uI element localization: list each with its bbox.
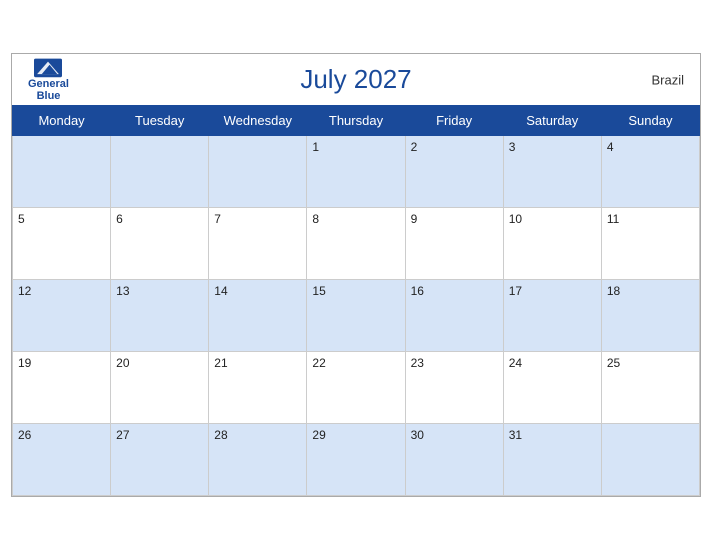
calendar-week-row: 26 27 28 29 30 31 [13, 424, 700, 496]
calendar-week-row: 12 13 14 15 16 17 18 [13, 280, 700, 352]
table-row: 21 [209, 352, 307, 424]
brand-name-line1: General [28, 77, 69, 89]
table-row: 15 [307, 280, 405, 352]
table-row: 5 [13, 208, 111, 280]
table-row: 14 [209, 280, 307, 352]
day-number: 10 [509, 212, 522, 226]
day-number: 29 [312, 428, 325, 442]
day-number: 31 [509, 428, 522, 442]
day-number: 12 [18, 284, 31, 298]
day-number: 17 [509, 284, 522, 298]
calendar-week-row: 5 6 7 8 9 10 11 [13, 208, 700, 280]
day-number: 21 [214, 356, 227, 370]
weekday-wednesday: Wednesday [209, 106, 307, 136]
day-number: 5 [18, 212, 25, 226]
table-row: 11 [601, 208, 699, 280]
weekday-tuesday: Tuesday [111, 106, 209, 136]
day-number: 23 [411, 356, 424, 370]
table-row: 1 [307, 136, 405, 208]
weekday-sunday: Sunday [601, 106, 699, 136]
table-row: 19 [13, 352, 111, 424]
table-row: 26 [13, 424, 111, 496]
day-number: 4 [607, 140, 614, 154]
country-label: Brazil [651, 72, 684, 87]
table-row: 12 [13, 280, 111, 352]
day-number: 22 [312, 356, 325, 370]
day-number: 6 [116, 212, 123, 226]
day-number: 7 [214, 212, 221, 226]
table-row: 24 [503, 352, 601, 424]
day-number: 15 [312, 284, 325, 298]
brand-name-line2: Blue [37, 90, 61, 102]
day-number: 1 [312, 140, 319, 154]
table-row [601, 424, 699, 496]
table-row: 13 [111, 280, 209, 352]
table-row: 18 [601, 280, 699, 352]
table-row: 23 [405, 352, 503, 424]
weekday-saturday: Saturday [503, 106, 601, 136]
calendar-week-row: 1 2 3 4 [13, 136, 700, 208]
table-row: 27 [111, 424, 209, 496]
calendar-week-row: 19 20 21 22 23 24 25 [13, 352, 700, 424]
day-number: 25 [607, 356, 620, 370]
day-number: 26 [18, 428, 31, 442]
table-row: 22 [307, 352, 405, 424]
day-number: 9 [411, 212, 418, 226]
day-number: 8 [312, 212, 319, 226]
day-number: 2 [411, 140, 418, 154]
day-number: 30 [411, 428, 424, 442]
day-number: 14 [214, 284, 227, 298]
table-row: 3 [503, 136, 601, 208]
day-number: 13 [116, 284, 129, 298]
day-number: 16 [411, 284, 424, 298]
table-row [13, 136, 111, 208]
table-row: 31 [503, 424, 601, 496]
table-row: 10 [503, 208, 601, 280]
weekday-thursday: Thursday [307, 106, 405, 136]
table-row: 4 [601, 136, 699, 208]
weekday-monday: Monday [13, 106, 111, 136]
day-number: 19 [18, 356, 31, 370]
table-row: 20 [111, 352, 209, 424]
table-row [209, 136, 307, 208]
table-row [111, 136, 209, 208]
table-row: 8 [307, 208, 405, 280]
table-row: 16 [405, 280, 503, 352]
day-number: 24 [509, 356, 522, 370]
day-number: 18 [607, 284, 620, 298]
weekday-friday: Friday [405, 106, 503, 136]
day-number: 28 [214, 428, 227, 442]
table-row: 6 [111, 208, 209, 280]
table-row: 25 [601, 352, 699, 424]
table-row: 30 [405, 424, 503, 496]
day-number: 11 [607, 212, 619, 226]
calendar-grid: Monday Tuesday Wednesday Thursday Friday… [12, 105, 700, 496]
calendar-header: General Blue July 2027 Brazil [12, 54, 700, 105]
table-row: 2 [405, 136, 503, 208]
table-row: 28 [209, 424, 307, 496]
day-number: 27 [116, 428, 129, 442]
calendar-title: July 2027 [300, 64, 411, 95]
day-number: 20 [116, 356, 129, 370]
day-number: 3 [509, 140, 516, 154]
weekday-header-row: Monday Tuesday Wednesday Thursday Friday… [13, 106, 700, 136]
table-row: 29 [307, 424, 405, 496]
table-row: 9 [405, 208, 503, 280]
brand-logo: General Blue [28, 57, 69, 101]
table-row: 17 [503, 280, 601, 352]
calendar-container: General Blue July 2027 Brazil Monday Tue… [11, 53, 701, 497]
table-row: 7 [209, 208, 307, 280]
